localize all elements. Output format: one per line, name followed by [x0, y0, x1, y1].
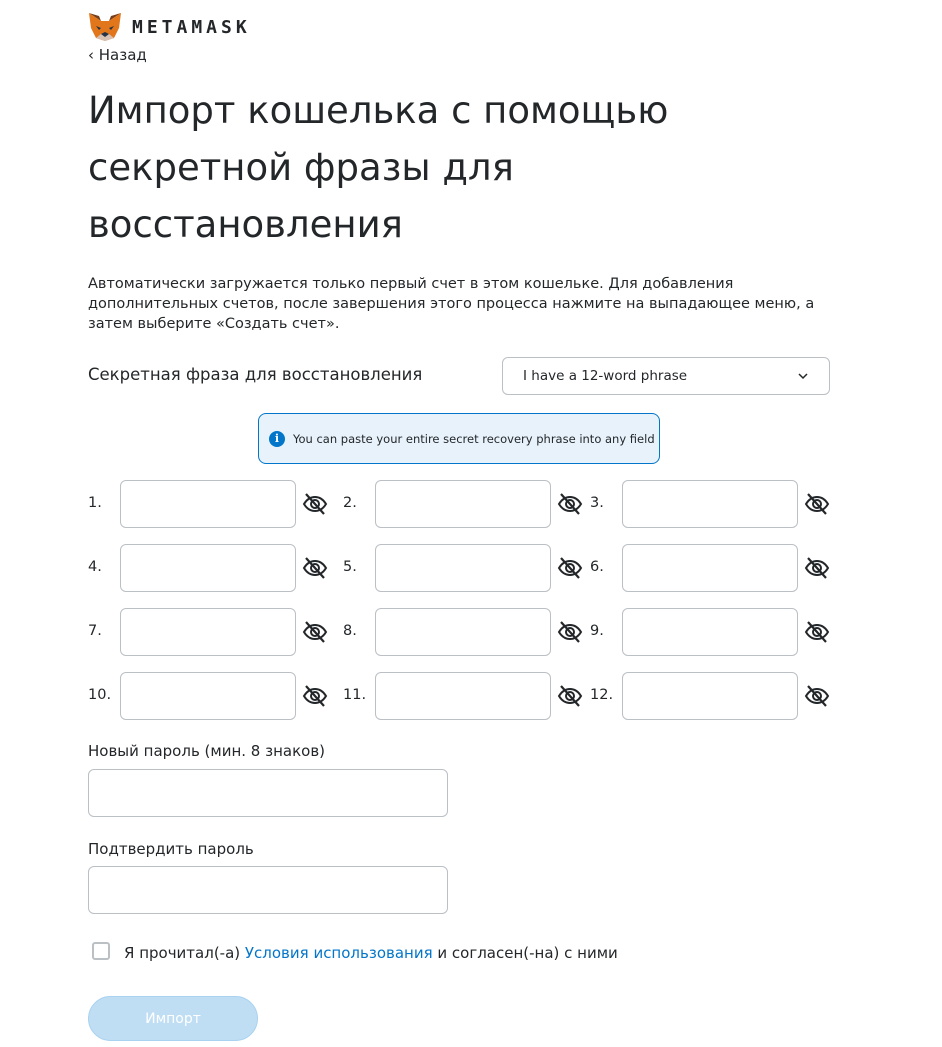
eye-slash-icon[interactable]	[804, 683, 830, 709]
import-button[interactable]: Импорт	[88, 996, 258, 1041]
word-number: 1.	[88, 495, 102, 511]
word-number: 4.	[88, 559, 102, 575]
info-banner: i You can paste your entire secret recov…	[258, 413, 660, 464]
eye-slash-icon[interactable]	[302, 491, 328, 517]
terms-prefix: Я прочитал(-а)	[124, 944, 245, 962]
info-icon: i	[269, 430, 285, 447]
word-input-1[interactable]	[120, 480, 296, 528]
eye-slash-icon[interactable]	[302, 683, 328, 709]
chevron-down-icon	[798, 373, 808, 380]
word-number: 12.	[590, 687, 614, 703]
word-number: 7.	[88, 623, 102, 639]
terms-link[interactable]: Условия использования	[245, 944, 433, 962]
word-number: 2.	[343, 495, 357, 511]
word-number: 6.	[590, 559, 604, 575]
word-number: 11.	[343, 687, 367, 703]
word-input-10[interactable]	[120, 672, 296, 720]
word-number: 8.	[343, 623, 357, 639]
word-number: 3.	[590, 495, 604, 511]
word-input-8[interactable]	[375, 608, 551, 656]
select-value: I have a 12-word phrase	[523, 368, 688, 384]
word-input-9[interactable]	[622, 608, 798, 656]
terms-checkbox[interactable]	[92, 942, 110, 960]
terms-suffix: и согласен(-на) с ними	[432, 944, 618, 962]
eye-slash-icon[interactable]	[557, 619, 583, 645]
eye-slash-icon[interactable]	[804, 491, 830, 517]
eye-slash-icon[interactable]	[302, 619, 328, 645]
confirm-password-input[interactable]	[88, 866, 448, 914]
word-input-12[interactable]	[622, 672, 798, 720]
phrase-length-select[interactable]: I have a 12-word phrase	[502, 357, 830, 395]
new-password-label: Новый пароль (мин. 8 знаков)	[88, 742, 326, 760]
word-input-6[interactable]	[622, 544, 798, 592]
eye-slash-icon[interactable]	[557, 491, 583, 517]
word-input-4[interactable]	[120, 544, 296, 592]
eye-slash-icon[interactable]	[557, 683, 583, 709]
eye-slash-icon[interactable]	[302, 555, 328, 581]
description: Автоматически загружается только первый …	[88, 276, 815, 332]
terms-text: Я прочитал(-а) Условия использования и с…	[124, 944, 618, 962]
brand-name: METAMASK	[132, 16, 251, 38]
info-text: You can paste your entire secret recover…	[293, 431, 655, 446]
eye-slash-icon[interactable]	[557, 555, 583, 581]
word-input-7[interactable]	[120, 608, 296, 656]
confirm-password-label: Подтвердить пароль	[88, 840, 254, 858]
word-input-3[interactable]	[622, 480, 798, 528]
word-input-11[interactable]	[375, 672, 551, 720]
word-number: 9.	[590, 623, 604, 639]
eye-slash-icon[interactable]	[804, 619, 830, 645]
eye-slash-icon[interactable]	[804, 555, 830, 581]
srp-label: Секретная фраза для восстановления	[88, 365, 423, 384]
word-number: 10.	[88, 687, 112, 703]
word-number: 5.	[343, 559, 357, 575]
metamask-logo: METAMASK	[88, 12, 251, 42]
word-input-2[interactable]	[375, 480, 551, 528]
word-input-5[interactable]	[375, 544, 551, 592]
new-password-input[interactable]	[88, 769, 448, 817]
page-title: Импорт кошелька с помощью секретной фраз…	[88, 89, 669, 246]
fox-icon	[89, 13, 121, 41]
back-link[interactable]: ‹ Назад	[88, 46, 147, 64]
